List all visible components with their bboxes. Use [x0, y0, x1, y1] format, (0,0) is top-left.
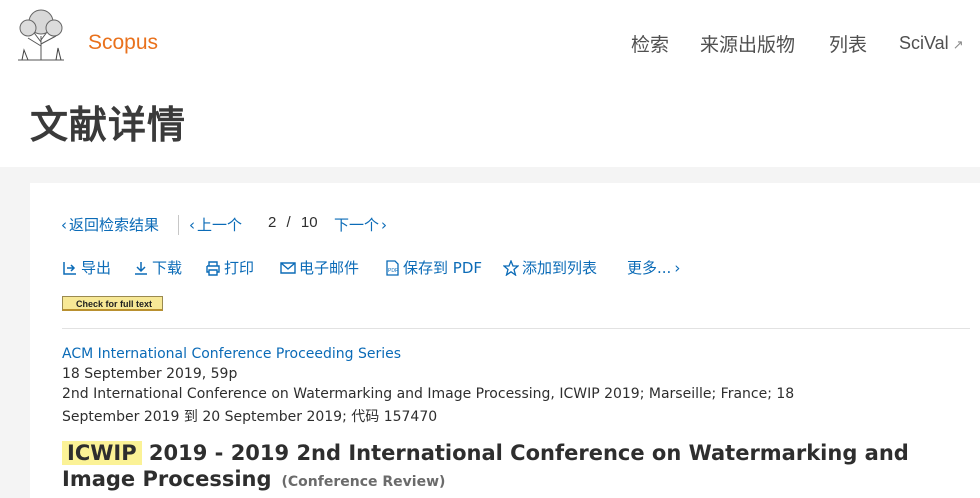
envelope-icon	[280, 261, 296, 274]
elsevier-logo-icon[interactable]	[12, 8, 70, 62]
page-counter: 2 / 10	[268, 214, 318, 231]
page-separator: /	[286, 214, 291, 231]
pdf-icon: PDF	[386, 259, 399, 276]
print-button[interactable]: 打印	[205, 257, 254, 278]
next-label: 下一个	[334, 216, 380, 234]
check-full-text-button[interactable]: Check for full text	[62, 296, 163, 311]
save-pdf-button[interactable]: PDF 保存到 PDF	[384, 257, 482, 278]
previous-label: 上一个	[197, 216, 243, 234]
conference-info-line2: September 2019 到 20 September 2019; 代码 1…	[62, 409, 438, 425]
title-highlight: ICWIP	[62, 441, 142, 465]
email-label: 电子邮件	[299, 259, 360, 277]
download-button[interactable]: 下载	[133, 257, 182, 278]
total-pages: 10	[300, 214, 318, 231]
nav-scival[interactable]: SciVal ↗	[899, 33, 964, 54]
nav-lists[interactable]: 列表	[829, 30, 867, 57]
printer-icon	[206, 260, 220, 276]
export-icon	[63, 261, 76, 275]
publication-date: 18 September 2019, 59p	[62, 366, 238, 382]
pager-divider	[178, 215, 179, 235]
download-label: 下载	[152, 259, 183, 277]
top-bar: Scopus 检索 来源出版物 列表 SciVal ↗	[0, 0, 980, 88]
save-pdf-label: 保存到 PDF	[403, 259, 482, 277]
back-to-results-link[interactable]: ‹ 返回检索结果	[61, 214, 159, 235]
page-title: 文献详情	[30, 103, 187, 147]
export-label: 导出	[81, 259, 112, 277]
add-to-list-button[interactable]: 添加到列表	[503, 257, 597, 278]
nav-search[interactable]: 检索	[631, 30, 669, 57]
chevron-right-icon: ›	[381, 216, 388, 234]
print-label: 打印	[224, 259, 255, 277]
next-link[interactable]: 下一个 ›	[334, 214, 389, 235]
brand-scopus[interactable]: Scopus	[88, 31, 158, 55]
title-text: 2019 - 2019 2nd International Conference…	[62, 441, 909, 491]
nav-scival-label: SciVal	[899, 33, 949, 53]
section-divider	[62, 328, 970, 329]
external-link-icon: ↗	[952, 37, 964, 52]
star-icon	[503, 259, 519, 276]
nav-sources[interactable]: 来源出版物	[700, 30, 795, 57]
document-type: (Conference Review)	[281, 474, 446, 490]
previous-link[interactable]: ‹ 上一个	[189, 214, 242, 235]
current-page: 2	[268, 214, 277, 231]
title-band: 文献详情	[0, 88, 980, 167]
export-button[interactable]: 导出	[62, 257, 111, 278]
series-link[interactable]: ACM International Conference Proceeding …	[62, 346, 401, 362]
email-button[interactable]: 电子邮件	[280, 257, 359, 278]
document-title: ICWIP 2019 - 2019 2nd International Conf…	[62, 440, 922, 495]
chevron-left-icon: ‹	[61, 216, 67, 234]
back-to-results-label: 返回检索结果	[69, 216, 160, 234]
more-label: 更多...	[627, 259, 672, 277]
conference-info-line1: 2nd International Conference on Watermar…	[62, 386, 795, 402]
add-to-list-label: 添加到列表	[522, 259, 598, 277]
more-button[interactable]: 更多... ›	[627, 257, 680, 278]
svg-text:PDF: PDF	[388, 268, 398, 274]
chevron-right-icon: ›	[674, 258, 681, 277]
chevron-left-icon: ‹	[189, 216, 195, 234]
download-icon	[135, 261, 147, 275]
